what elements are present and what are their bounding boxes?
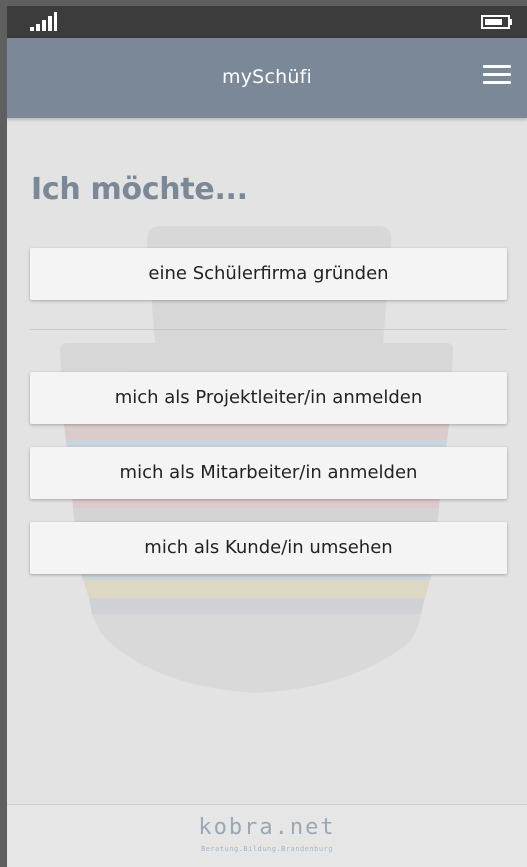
footer: kobra.net Beratung.Bildung.Brandenburg <box>7 804 527 867</box>
app-title: mySchüfi <box>222 66 312 88</box>
browse-as-customer-button[interactable]: mich als Kunde/in umsehen <box>30 522 507 574</box>
app-bar: mySchüfi <box>7 38 527 118</box>
divider <box>30 329 507 330</box>
signal-icon <box>30 12 57 31</box>
battery-icon <box>481 15 512 29</box>
main-content: Ich möchte... eine Schülerfirma gründen … <box>7 118 527 804</box>
register-employee-button[interactable]: mich als Mitarbeiter/in anmelden <box>30 447 507 499</box>
footer-tagline: Beratung.Bildung.Brandenburg <box>200 845 333 853</box>
phone-screen: mySchüfi Ich möchte... eine Schülerfirma… <box>7 6 527 867</box>
kobra-logo: kobra.net <box>198 815 336 840</box>
page-heading: Ich möchte... <box>31 172 248 207</box>
hamburger-menu-icon[interactable] <box>483 65 511 87</box>
status-bar <box>7 6 527 38</box>
create-student-company-button[interactable]: eine Schülerfirma gründen <box>30 248 507 300</box>
register-project-leader-button[interactable]: mich als Projektleiter/in anmelden <box>30 372 507 424</box>
